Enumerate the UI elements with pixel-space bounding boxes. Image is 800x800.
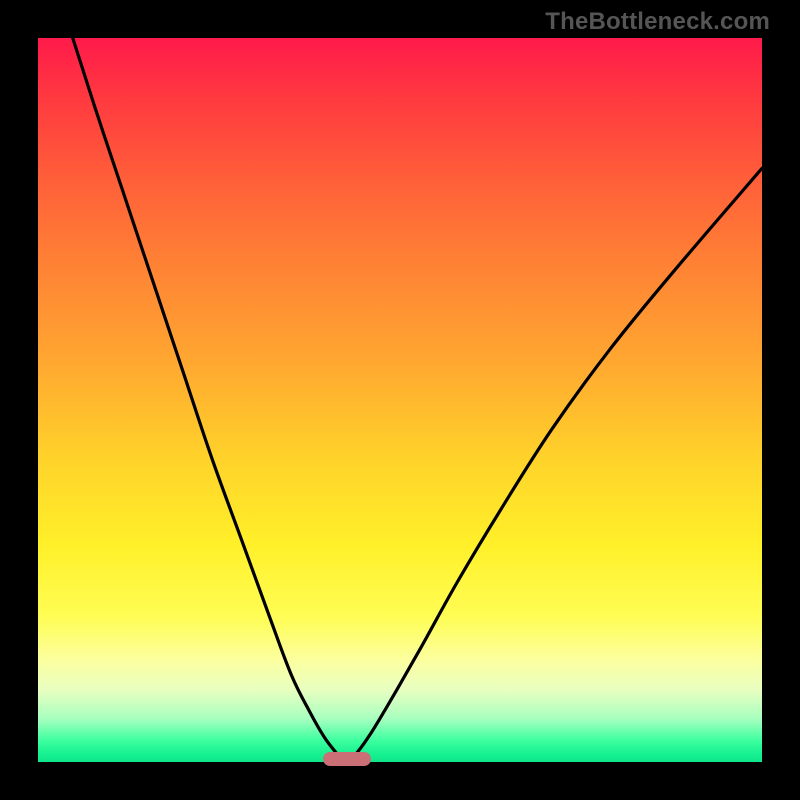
bottleneck-marker	[323, 752, 371, 766]
watermark-text: TheBottleneck.com	[545, 8, 770, 36]
curve-left-branch	[73, 38, 347, 762]
bottleneck-curve	[38, 38, 762, 762]
plot-area	[38, 38, 762, 762]
chart-frame: TheBottleneck.com	[0, 0, 800, 800]
curve-right-branch	[347, 168, 762, 762]
